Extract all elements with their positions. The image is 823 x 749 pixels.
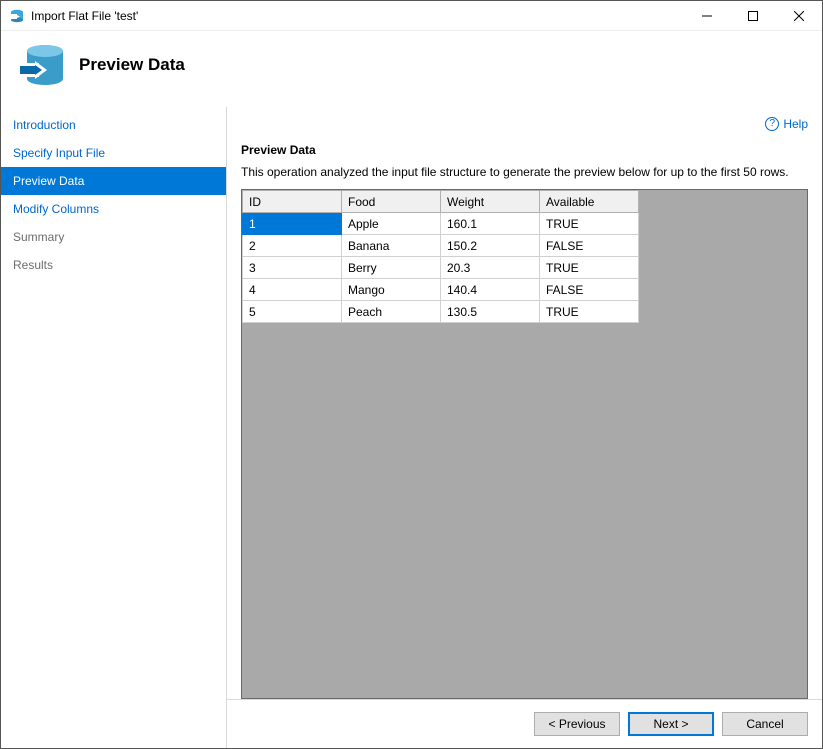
column-header-weight[interactable]: Weight <box>441 191 540 213</box>
content-title: Preview Data <box>241 143 808 157</box>
database-import-icon <box>15 41 63 89</box>
help-icon: ? <box>765 117 779 131</box>
help-row: ? Help <box>227 107 822 135</box>
data-grid[interactable]: IDFoodWeightAvailable 1Apple160.1TRUE2Ba… <box>242 190 639 323</box>
footer: < Previous Next > Cancel <box>227 699 822 748</box>
sidebar-item-introduction[interactable]: Introduction <box>1 111 226 139</box>
minimize-button[interactable] <box>684 1 730 30</box>
sidebar-item-specify-input-file[interactable]: Specify Input File <box>1 139 226 167</box>
cell[interactable]: FALSE <box>540 235 639 257</box>
cell[interactable]: Mango <box>342 279 441 301</box>
table-row[interactable]: 4Mango140.4FALSE <box>243 279 639 301</box>
cell[interactable]: 4 <box>243 279 342 301</box>
previous-button[interactable]: < Previous <box>534 712 620 736</box>
cell[interactable]: 150.2 <box>441 235 540 257</box>
main-panel: ? Help Preview Data This operation analy… <box>227 107 822 748</box>
table-row[interactable]: 1Apple160.1TRUE <box>243 213 639 235</box>
cell[interactable]: TRUE <box>540 213 639 235</box>
cell[interactable]: Berry <box>342 257 441 279</box>
table-row[interactable]: 5Peach130.5TRUE <box>243 301 639 323</box>
table-row[interactable]: 3Berry20.3TRUE <box>243 257 639 279</box>
sidebar-item-summary: Summary <box>1 223 226 251</box>
column-header-food[interactable]: Food <box>342 191 441 213</box>
window-buttons <box>684 1 822 30</box>
next-button[interactable]: Next > <box>628 712 714 736</box>
window-title: Import Flat File 'test' <box>31 9 684 23</box>
sidebar-item-preview-data[interactable]: Preview Data <box>1 167 226 195</box>
help-label: Help <box>783 117 808 131</box>
sidebar-item-results: Results <box>1 251 226 279</box>
close-button[interactable] <box>776 1 822 30</box>
cell[interactable]: 5 <box>243 301 342 323</box>
page-title: Preview Data <box>79 55 185 75</box>
cell[interactable]: 3 <box>243 257 342 279</box>
cell[interactable]: 160.1 <box>441 213 540 235</box>
column-header-id[interactable]: ID <box>243 191 342 213</box>
cell[interactable]: Peach <box>342 301 441 323</box>
wizard-sidebar: IntroductionSpecify Input FilePreview Da… <box>1 107 227 748</box>
cell[interactable]: 140.4 <box>441 279 540 301</box>
cell[interactable]: TRUE <box>540 301 639 323</box>
maximize-button[interactable] <box>730 1 776 30</box>
body: IntroductionSpecify Input FilePreview Da… <box>1 107 822 748</box>
help-link[interactable]: ? Help <box>765 117 808 131</box>
sidebar-item-modify-columns[interactable]: Modify Columns <box>1 195 226 223</box>
cell[interactable]: Banana <box>342 235 441 257</box>
data-grid-container: IDFoodWeightAvailable 1Apple160.1TRUE2Ba… <box>241 189 808 699</box>
cell[interactable]: Apple <box>342 213 441 235</box>
cancel-button[interactable]: Cancel <box>722 712 808 736</box>
app-icon <box>9 8 25 24</box>
table-row[interactable]: 2Banana150.2FALSE <box>243 235 639 257</box>
cell[interactable]: FALSE <box>540 279 639 301</box>
content: Preview Data This operation analyzed the… <box>227 135 822 699</box>
titlebar: Import Flat File 'test' <box>1 1 822 31</box>
wizard-header: Preview Data <box>1 31 822 107</box>
cell[interactable]: 20.3 <box>441 257 540 279</box>
cell[interactable]: TRUE <box>540 257 639 279</box>
column-header-available[interactable]: Available <box>540 191 639 213</box>
cell[interactable]: 2 <box>243 235 342 257</box>
content-description: This operation analyzed the input file s… <box>241 165 808 179</box>
cell[interactable]: 1 <box>243 213 342 235</box>
cell[interactable]: 130.5 <box>441 301 540 323</box>
